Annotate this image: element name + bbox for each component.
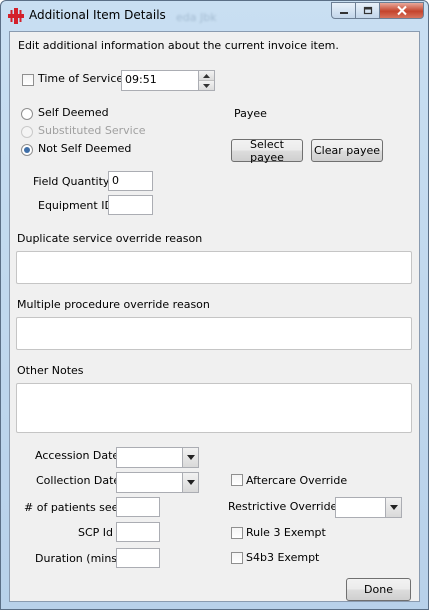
spin-down-button[interactable] xyxy=(199,81,214,90)
restrictive-override-dropdown-button[interactable] xyxy=(385,498,401,517)
close-icon xyxy=(396,5,407,16)
caption-buttons xyxy=(331,2,424,20)
other-notes-label: Other Notes xyxy=(17,364,84,377)
field-quantity-input[interactable]: 0 xyxy=(108,171,153,191)
red-cross-icon xyxy=(8,8,24,24)
multiple-reason-label: Multiple procedure override reason xyxy=(17,298,210,311)
collection-date-label: Collection Date xyxy=(36,474,121,487)
accession-date-dropdown-button[interactable] xyxy=(182,448,198,467)
restrictive-override-label: Restrictive Override xyxy=(228,500,338,513)
equipment-id-input[interactable] xyxy=(108,195,153,215)
not-self-deemed-label: Not Self Deemed xyxy=(38,142,132,155)
patients-seen-input[interactable] xyxy=(116,497,160,517)
dialog-body: Edit additional information about the cu… xyxy=(9,31,420,602)
window-title: Additional Item Details xyxy=(29,8,166,22)
duplicate-reason-label: Duplicate service override reason xyxy=(17,232,203,245)
scp-id-label: SCP Id xyxy=(78,526,114,539)
minimize-icon xyxy=(339,11,348,14)
intro-text: Edit additional information about the cu… xyxy=(18,39,339,52)
spin-up-icon xyxy=(203,73,210,78)
accession-date-label: Accession Date xyxy=(35,449,120,462)
time-of-service-spinner[interactable]: 09:51 xyxy=(121,70,215,91)
multiple-reason-input[interactable] xyxy=(16,317,412,350)
scp-id-input[interactable] xyxy=(116,522,160,542)
patients-seen-label: # of patients seen xyxy=(24,501,126,514)
rule3-exempt-label: Rule 3 Exempt xyxy=(246,526,326,539)
collection-date-dropdown-button[interactable] xyxy=(182,473,198,492)
time-of-service-label: Time of Service xyxy=(38,72,124,85)
not-self-deemed-radio[interactable] xyxy=(21,144,33,156)
background-title-text: eda Jbk xyxy=(176,11,217,24)
spin-up-button[interactable] xyxy=(199,71,214,81)
done-button[interactable]: Done xyxy=(346,578,411,601)
restrictive-override-select[interactable] xyxy=(335,497,402,518)
equipment-id-label: Equipment ID xyxy=(38,199,113,212)
self-deemed-label: Self Deemed xyxy=(38,106,109,119)
chevron-down-icon xyxy=(186,455,195,460)
maximize-icon xyxy=(363,6,372,14)
substituted-service-radio xyxy=(21,126,33,138)
accession-date-picker[interactable] xyxy=(116,447,199,468)
self-deemed-radio[interactable] xyxy=(21,108,33,120)
s4b3-exempt-label: S4b3 Exempt xyxy=(246,551,320,564)
close-button[interactable] xyxy=(380,2,424,19)
time-of-service-checkbox[interactable] xyxy=(22,74,34,86)
payee-label: Payee xyxy=(234,107,267,120)
dialog-window: Additional Item Details eda Jbk Edit add… xyxy=(0,0,429,610)
s4b3-exempt-checkbox[interactable] xyxy=(231,552,243,564)
duration-label: Duration (mins) xyxy=(35,552,122,565)
minimize-button[interactable] xyxy=(331,2,356,19)
duration-input[interactable] xyxy=(116,548,160,568)
maximize-button[interactable] xyxy=(356,2,380,19)
title-bar[interactable]: Additional Item Details eda Jbk xyxy=(1,1,428,31)
collection-date-picker[interactable] xyxy=(116,472,199,493)
clear-payee-button[interactable]: Clear payee xyxy=(311,139,383,162)
time-of-service-value: 09:51 xyxy=(125,73,157,86)
aftercare-override-checkbox[interactable] xyxy=(231,474,243,486)
chevron-down-icon xyxy=(186,480,195,485)
chevron-down-icon xyxy=(389,505,398,510)
aftercare-override-label: Aftercare Override xyxy=(246,474,348,487)
other-notes-input[interactable] xyxy=(16,383,412,433)
substituted-service-label: Substituted Service xyxy=(38,124,146,137)
rule3-exempt-checkbox[interactable] xyxy=(231,527,243,539)
spin-down-icon xyxy=(203,83,210,88)
duplicate-reason-input[interactable] xyxy=(16,251,412,284)
spinner-arrows xyxy=(198,71,214,90)
select-payee-button[interactable]: Select payee xyxy=(231,138,303,164)
field-quantity-label: Field Quantity xyxy=(33,175,110,188)
